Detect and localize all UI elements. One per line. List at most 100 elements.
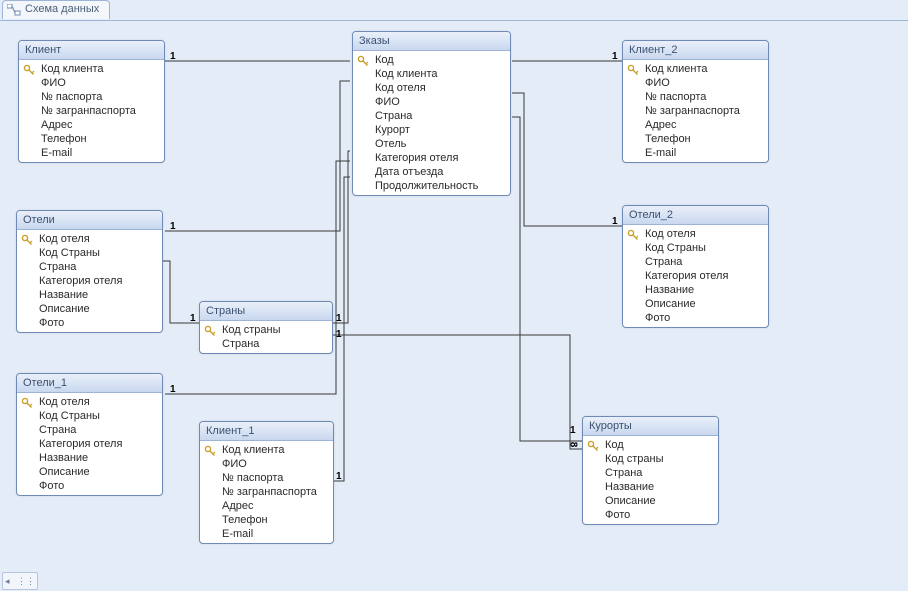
field[interactable]: Фото [583, 508, 718, 522]
card-1: 1 [336, 313, 342, 324]
table-klient-2[interactable]: Клиент_2 Код клиента ФИО № паспорта № за… [622, 40, 769, 163]
field[interactable]: Название [17, 288, 162, 302]
field[interactable]: № паспорта [623, 90, 768, 104]
field[interactable]: № паспорта [19, 90, 164, 104]
table-title[interactable]: Отели [17, 211, 162, 230]
key-icon [204, 325, 216, 337]
table-title[interactable]: Курорты [583, 417, 718, 436]
field[interactable]: Описание [623, 297, 768, 311]
field[interactable]: Название [583, 480, 718, 494]
field[interactable]: Код отеля [353, 81, 510, 95]
field[interactable]: Дата отъезда [353, 165, 510, 179]
card-1: 1 [170, 221, 176, 232]
field[interactable]: Код Страны [17, 246, 162, 260]
field[interactable]: Страна [583, 466, 718, 480]
field-pk[interactable]: Код клиента [200, 443, 333, 457]
field[interactable]: Телефон [200, 513, 333, 527]
field[interactable]: ФИО [353, 95, 510, 109]
field-pk[interactable]: Код отеля [17, 395, 162, 409]
field[interactable]: ФИО [623, 76, 768, 90]
field[interactable]: Описание [17, 465, 162, 479]
field-pk[interactable]: Код клиента [19, 62, 164, 76]
table-oteli[interactable]: Отели Код отеля Код Страны Страна Катего… [16, 210, 163, 333]
field-pk[interactable]: Код отеля [623, 227, 768, 241]
field[interactable]: № загранпаспорта [19, 104, 164, 118]
table-klient[interactable]: Клиент Код клиента ФИО № паспорта № загр… [18, 40, 165, 163]
field[interactable]: E-mail [19, 146, 164, 160]
card-1: 1 [336, 471, 342, 482]
field[interactable]: Код Страны [17, 409, 162, 423]
field-pk[interactable]: Код отеля [17, 232, 162, 246]
field-pk[interactable]: Код страны [200, 323, 332, 337]
field[interactable]: Код клиента [353, 67, 510, 81]
field[interactable]: Описание [17, 302, 162, 316]
field[interactable]: ФИО [19, 76, 164, 90]
table-fields: Код страны Страна [200, 321, 332, 353]
field[interactable]: Страна [623, 255, 768, 269]
tab-bar: Схема данных [0, 0, 908, 21]
field[interactable]: Телефон [19, 132, 164, 146]
card-1: 1 [612, 216, 618, 227]
table-oteli-1[interactable]: Отели_1 Код отеля Код Страны Страна Кате… [16, 373, 163, 496]
field-pk[interactable]: Код клиента [623, 62, 768, 76]
field[interactable]: Название [623, 283, 768, 297]
table-title[interactable]: Отели_2 [623, 206, 768, 225]
field[interactable]: Страна [200, 337, 332, 351]
table-title[interactable]: Клиент_2 [623, 41, 768, 60]
table-strany[interactable]: Страны Код страны Страна [199, 301, 333, 354]
field[interactable]: Категория отеля [353, 151, 510, 165]
field[interactable]: № паспорта [200, 471, 333, 485]
card-1: 1 [336, 329, 342, 340]
field[interactable]: Телефон [623, 132, 768, 146]
field[interactable]: Фото [17, 316, 162, 330]
field[interactable]: E-mail [623, 146, 768, 160]
table-fields: Код Код страны Страна Название Описание … [583, 436, 718, 524]
field[interactable]: Код Страны [623, 241, 768, 255]
key-icon [627, 64, 639, 76]
tab-schema[interactable]: Схема данных [2, 0, 110, 19]
field[interactable]: Курорт [353, 123, 510, 137]
field[interactable]: Фото [17, 479, 162, 493]
field[interactable]: Категория отеля [17, 437, 162, 451]
table-oteli-2[interactable]: Отели_2 Код отеля Код Страны Страна Кате… [622, 205, 769, 328]
table-title[interactable]: Страны [200, 302, 332, 321]
card-inf: 8 [570, 439, 576, 450]
field[interactable]: Адрес [19, 118, 164, 132]
field[interactable]: E-mail [200, 527, 333, 541]
field[interactable]: Описание [583, 494, 718, 508]
scroll-left-icon[interactable]: ◂ [5, 577, 10, 586]
field[interactable]: Фото [623, 311, 768, 325]
table-klient-1[interactable]: Клиент_1 Код клиента ФИО № паспорта № за… [199, 421, 334, 544]
field-pk[interactable]: Код [583, 438, 718, 452]
table-fields: Код Код клиента Код отеля ФИО Страна Кур… [353, 51, 510, 195]
scroll-grip-icon[interactable]: ⋮⋮ [17, 577, 35, 586]
card-1: 1 [612, 51, 618, 62]
table-title[interactable]: Отели_1 [17, 374, 162, 393]
table-fields: Код клиента ФИО № паспорта № загранпаспо… [623, 60, 768, 162]
field[interactable]: № загранпаспорта [200, 485, 333, 499]
field[interactable]: Адрес [623, 118, 768, 132]
card-1: 1 [170, 51, 176, 62]
field[interactable]: Отель [353, 137, 510, 151]
field[interactable]: Категория отеля [17, 274, 162, 288]
field[interactable]: Категория отеля [623, 269, 768, 283]
table-fields: Код отеля Код Страны Страна Категория от… [623, 225, 768, 327]
table-kurorty[interactable]: Курорты Код Код страны Страна Название О… [582, 416, 719, 525]
field[interactable]: Страна [17, 423, 162, 437]
field[interactable]: Адрес [200, 499, 333, 513]
field[interactable]: № загранпаспорта [623, 104, 768, 118]
field[interactable]: Продолжительность [353, 179, 510, 193]
relationships-canvas[interactable]: 1 8 1 8 1 8 1 8 1 8 1 8 1 8 1 8 1 8 1 8 … [0, 21, 908, 591]
field[interactable]: Страна [17, 260, 162, 274]
table-title[interactable]: Зказы [353, 32, 510, 51]
field[interactable]: Страна [353, 109, 510, 123]
field[interactable]: Код страны [583, 452, 718, 466]
table-zakazy[interactable]: Зказы Код Код клиента Код отеля ФИО Стра… [352, 31, 511, 196]
field[interactable]: Название [17, 451, 162, 465]
table-fields: Код клиента ФИО № паспорта № загранпаспо… [200, 441, 333, 543]
horizontal-scroll-stub[interactable]: ◂ ⋮⋮ [2, 572, 38, 590]
field[interactable]: ФИО [200, 457, 333, 471]
table-title[interactable]: Клиент_1 [200, 422, 333, 441]
field-pk[interactable]: Код [353, 53, 510, 67]
table-title[interactable]: Клиент [19, 41, 164, 60]
